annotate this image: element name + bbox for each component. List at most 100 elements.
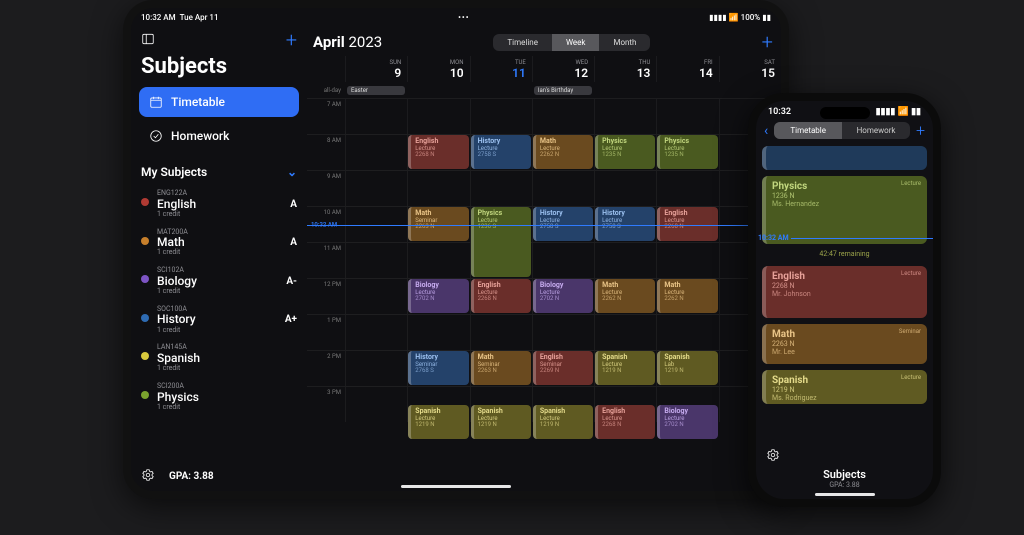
day-header[interactable]: SUN9 bbox=[345, 56, 407, 82]
iphone-device: 10:32 ▮▮▮▮ 📶 ▮▮ ‹ TimetableHomework + Ph… bbox=[748, 93, 941, 507]
subject-row[interactable]: MAT200AMath1 creditA bbox=[139, 224, 299, 263]
subject-row[interactable]: ENG122AEnglish1 creditA bbox=[139, 185, 299, 224]
iphone-event[interactable]: Math2263 NMr. LeeSeminar bbox=[762, 324, 927, 364]
calendar-event[interactable]: MathSeminar2263 N bbox=[471, 351, 531, 385]
wifi-icon: 📶 bbox=[729, 13, 739, 22]
day-header[interactable]: FRI14 bbox=[656, 56, 718, 82]
calendar-event[interactable]: EnglishLecture2268 N bbox=[408, 135, 468, 169]
calendar-icon bbox=[149, 95, 163, 109]
back-button[interactable]: ‹ bbox=[764, 124, 768, 138]
calendar-event[interactable]: SpanishLab1219 N bbox=[657, 351, 717, 385]
subject-grade: A+ bbox=[285, 314, 297, 325]
remaining-label: 42:47 remaining bbox=[762, 250, 927, 258]
subject-row[interactable]: SCI102ABiology1 creditA- bbox=[139, 262, 299, 301]
subject-name: Physics bbox=[157, 391, 199, 404]
calendar-event[interactable]: HistoryLecture2758 S bbox=[533, 207, 593, 241]
color-dot bbox=[141, 391, 149, 399]
calendar-event[interactable]: MathLecture2262 N bbox=[657, 279, 717, 313]
chevron-down-icon[interactable]: ⌄ bbox=[287, 165, 297, 179]
sidebar-item-label: Homework bbox=[171, 129, 229, 143]
home-indicator[interactable] bbox=[401, 485, 511, 488]
now-indicator bbox=[307, 225, 781, 226]
allday-row: all-dayEasterIan's Birthday bbox=[307, 82, 781, 98]
sidebar-item-label: Timetable bbox=[171, 95, 225, 109]
view-option-week[interactable]: Week bbox=[552, 34, 600, 51]
add-button[interactable]: + bbox=[286, 30, 297, 50]
calendar-event[interactable]: MathLecture2262 N bbox=[533, 135, 593, 169]
battery-icon: ▮▮ bbox=[911, 107, 921, 117]
calendar-event[interactable]: PhysicsLecture1235 N bbox=[595, 135, 655, 169]
subject-credits: 1 credit bbox=[157, 211, 196, 219]
subject-credits: 1 credit bbox=[157, 288, 197, 296]
gear-icon[interactable] bbox=[141, 468, 155, 485]
page-title: Subjects bbox=[141, 54, 297, 79]
subject-credits: 1 credit bbox=[157, 404, 199, 412]
signal-icon: ▮▮▮▮ bbox=[709, 13, 727, 22]
wifi-icon: 📶 bbox=[898, 107, 909, 117]
calendar-event[interactable]: EnglishLecture2268 N bbox=[471, 279, 531, 313]
iphone-add-button[interactable]: + bbox=[916, 121, 925, 140]
calendar-event[interactable]: BiologyLecture2702 N bbox=[533, 279, 593, 313]
calendar-event[interactable]: HistoryLecture2758 S bbox=[471, 135, 531, 169]
subject-grade: A bbox=[290, 237, 297, 248]
subject-row[interactable]: LAN145ASpanish1 credit bbox=[139, 339, 299, 378]
sidebar-item-timetable[interactable]: Timetable bbox=[139, 87, 299, 117]
subject-grade: A- bbox=[286, 276, 297, 287]
calendar-event[interactable]: EnglishSeminar2269 N bbox=[533, 351, 593, 385]
sidebar-item-homework[interactable]: Homework bbox=[139, 121, 299, 151]
iphone-timeline[interactable]: Physics1236 NMs. HernandezLecture42:47 r… bbox=[756, 142, 933, 444]
iphone-time: 10:32 bbox=[768, 107, 791, 117]
calendar-event[interactable]: PhysicsLecture1235 N bbox=[657, 135, 717, 169]
subject-credits: 1 credit bbox=[157, 365, 200, 373]
subject-credits: 1 credit bbox=[157, 249, 188, 257]
iphone-segmented-control[interactable]: TimetableHomework bbox=[774, 122, 910, 139]
subject-row[interactable]: SCI200APhysics1 credit bbox=[139, 378, 299, 417]
calendar-event[interactable]: SpanishLecture1219 N bbox=[408, 405, 468, 439]
day-header[interactable]: WED12 bbox=[532, 56, 594, 82]
color-dot bbox=[141, 198, 149, 206]
calendar-event[interactable]: MathSeminar2263 N bbox=[408, 207, 468, 241]
ipad-status-bar: 10:32 AM Tue Apr 11 ••• ▮▮▮▮ 📶 100% ▮▮ bbox=[131, 8, 781, 26]
day-header[interactable]: MON10 bbox=[407, 56, 469, 82]
calendar-main: April 2023 TimelineWeekMonth + SUN9MON10… bbox=[307, 26, 781, 491]
iphone-footer-gpa: GPA: 3.88 bbox=[756, 481, 933, 489]
ipad-device: 10:32 AM Tue Apr 11 ••• ▮▮▮▮ 📶 100% ▮▮ +… bbox=[123, 0, 789, 499]
view-segmented-control[interactable]: TimelineWeekMonth bbox=[493, 34, 650, 51]
calendar-event[interactable]: HistorySeminar2768 S bbox=[408, 351, 468, 385]
day-header[interactable]: THU13 bbox=[594, 56, 656, 82]
add-event-button[interactable]: + bbox=[762, 32, 773, 52]
subject-name: History bbox=[157, 313, 196, 326]
iphone-home-indicator[interactable] bbox=[815, 493, 875, 496]
day-header[interactable]: SAT15 bbox=[719, 56, 781, 82]
allday-event[interactable]: Easter bbox=[347, 86, 405, 95]
sidebar-toggle-icon[interactable] bbox=[141, 32, 155, 49]
color-dot bbox=[141, 275, 149, 283]
calendar-event[interactable]: BiologyLecture2702 N bbox=[657, 405, 717, 439]
calendar-event[interactable]: PhysicsLecture1236 S bbox=[471, 207, 531, 277]
subject-grade: A bbox=[290, 199, 297, 210]
signal-icon: ▮▮▮▮ bbox=[876, 107, 896, 117]
iphone-event[interactable] bbox=[762, 146, 927, 170]
calendar-event[interactable]: EnglishLecture2268 N bbox=[657, 207, 717, 241]
view-option-month[interactable]: Month bbox=[599, 34, 650, 51]
calendar-event[interactable]: SpanishLecture1219 N bbox=[471, 405, 531, 439]
calendar-event[interactable]: SpanishLecture1219 N bbox=[533, 405, 593, 439]
subject-row[interactable]: SOC100AHistory1 creditA+ bbox=[139, 301, 299, 340]
iphone-event[interactable]: Spanish1219 NMs. RodriguezLecture bbox=[762, 370, 927, 404]
calendar-event[interactable]: BiologyLecture2702 N bbox=[408, 279, 468, 313]
iphone-event[interactable]: English2268 NMr. JohnsonLecture bbox=[762, 266, 927, 318]
day-header[interactable]: TUE11 bbox=[470, 56, 532, 82]
calendar-event[interactable]: EnglishLecture2268 N bbox=[595, 405, 655, 439]
calendar-event[interactable]: MathLecture2262 N bbox=[595, 279, 655, 313]
iphone-gear-icon[interactable] bbox=[766, 448, 780, 465]
view-option-timeline[interactable]: Timeline bbox=[493, 34, 552, 51]
allday-event[interactable]: Ian's Birthday bbox=[534, 86, 592, 95]
iphone-tab-homework[interactable]: Homework bbox=[842, 122, 910, 139]
calendar-event[interactable]: SpanishLecture1219 N bbox=[595, 351, 655, 385]
iphone-tab-timetable[interactable]: Timetable bbox=[774, 122, 842, 139]
status-time: 10:32 AM bbox=[141, 13, 176, 22]
my-subjects-label: My Subjects bbox=[141, 165, 207, 179]
battery-label: 100% bbox=[741, 13, 761, 22]
sidebar: + Subjects Timetable Homework My Subjects… bbox=[131, 26, 307, 491]
calendar-event[interactable]: HistoryLecture2758 S bbox=[595, 207, 655, 241]
